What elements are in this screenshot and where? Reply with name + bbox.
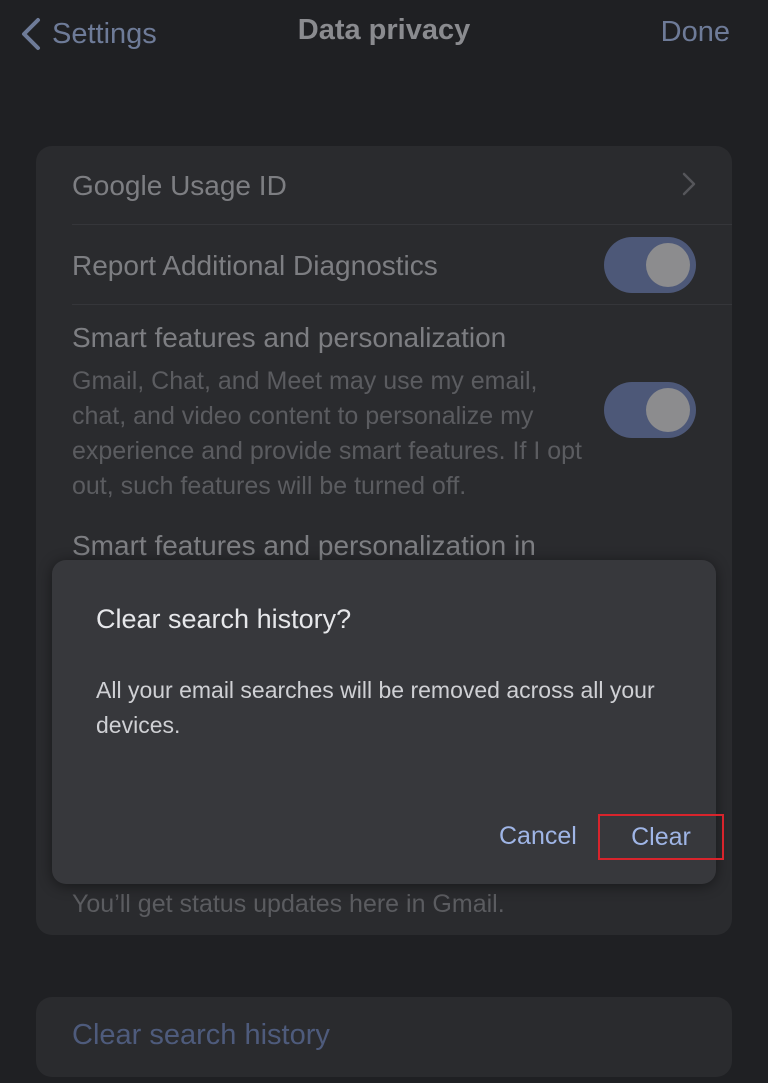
diagnostics-label: Report Additional Diagnostics: [72, 250, 438, 281]
chevron-left-icon: [22, 18, 40, 50]
smart-features-description: Gmail, Chat, and Meet may use my email, …: [72, 367, 582, 500]
divider: [72, 304, 732, 305]
back-button[interactable]: Settings: [18, 12, 157, 56]
data-privacy-screen: Settings Data privacy Done Google Usage …: [0, 0, 768, 1083]
chevron-right-icon: [682, 172, 696, 196]
dialog-title: Clear search history?: [96, 604, 352, 634]
smart-features-label: Smart features and personalization: [72, 322, 507, 353]
nav-bar: Settings Data privacy Done: [0, 0, 768, 72]
smart-features-toggle[interactable]: [604, 382, 696, 438]
toggle-knob: [646, 388, 690, 432]
smart-features-other-label: Smart features and personalization in: [72, 530, 536, 561]
clear-search-history-link[interactable]: Clear search history: [72, 1019, 330, 1052]
divider: [72, 224, 732, 225]
diagnostics-toggle[interactable]: [604, 237, 696, 293]
status-note: You’ll get status updates here in Gmail.: [72, 890, 505, 918]
clear-history-dialog: Clear search history? All your email sea…: [52, 560, 724, 884]
clear-history-card: Clear search history: [36, 997, 732, 1077]
toggle-knob: [646, 243, 690, 287]
done-button[interactable]: Done: [661, 16, 730, 49]
back-button-label: Settings: [52, 17, 157, 50]
cancel-button[interactable]: Cancel: [499, 822, 577, 851]
usage-id-label: Google Usage ID: [72, 170, 287, 201]
clear-button[interactable]: Clear: [598, 814, 724, 860]
dialog-message: All your email searches will be removed …: [96, 677, 655, 738]
